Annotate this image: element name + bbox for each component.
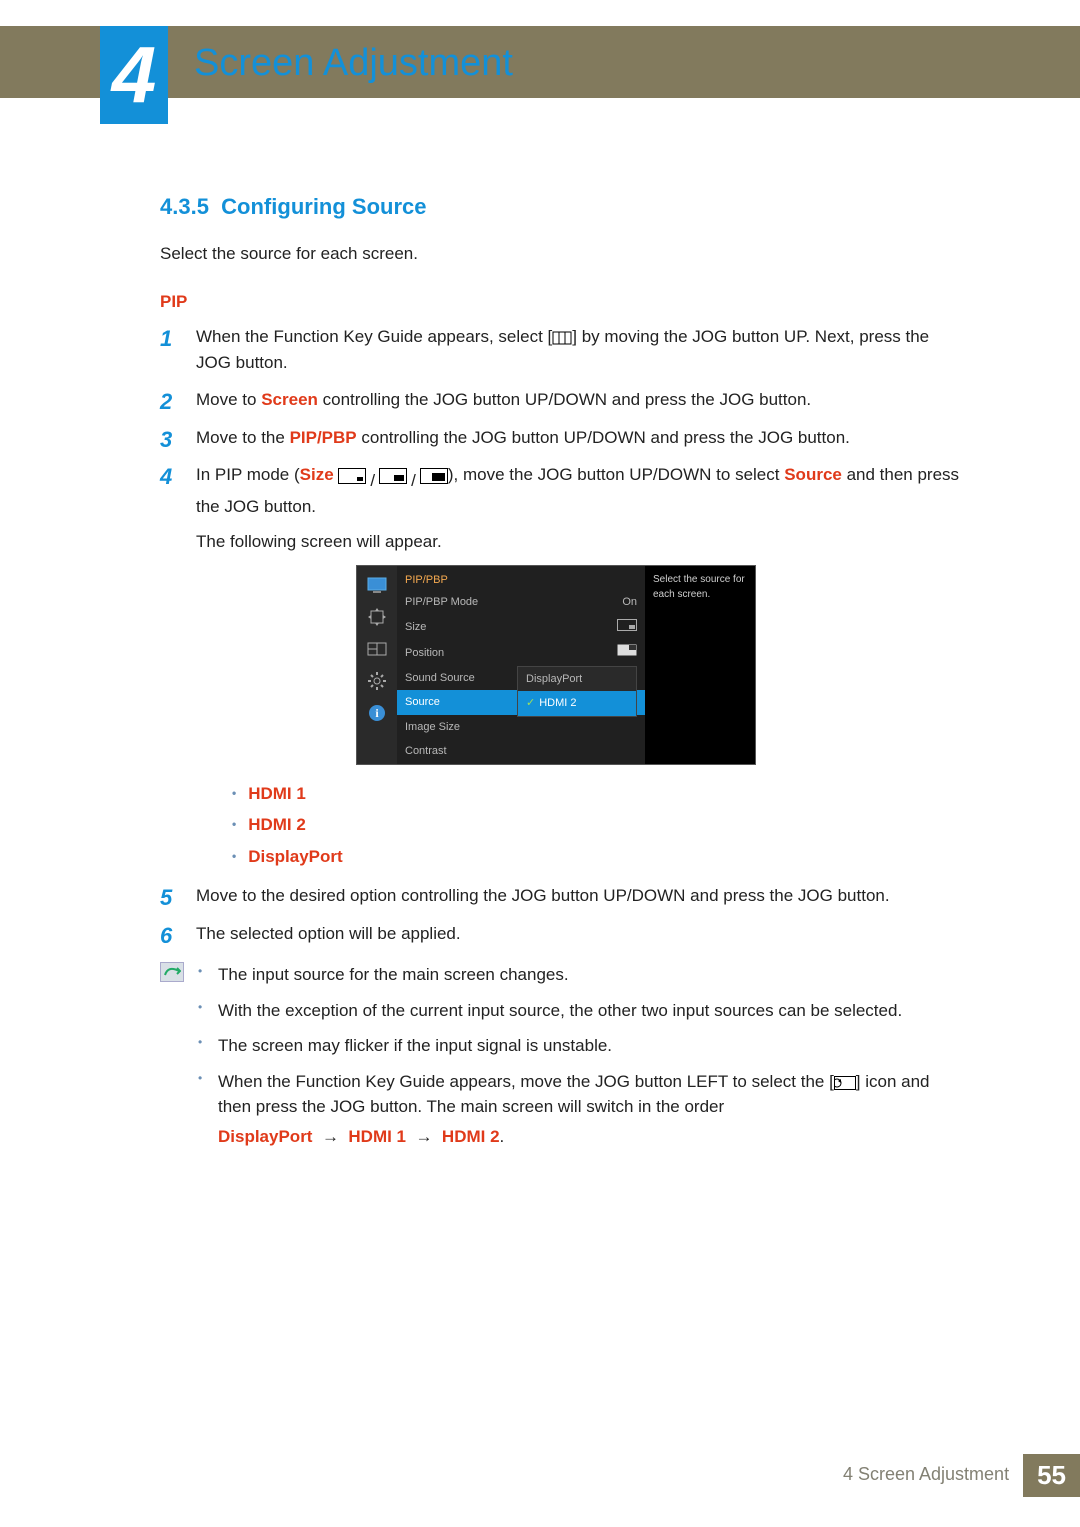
- note-list: The input source for the main screen cha…: [198, 962, 960, 1159]
- menu-grid-icon: [552, 327, 572, 346]
- seq-hdmi2: HDMI 2: [442, 1127, 500, 1146]
- source-hdmi1: HDMI 1: [232, 781, 960, 807]
- size-icons: //: [338, 468, 447, 494]
- chapter-number: 4: [112, 29, 157, 121]
- note-icon: [160, 962, 184, 982]
- osd-nav-pip-icon: [366, 638, 388, 660]
- note-sequence: DisplayPort → HDMI 1 → HDMI 2.: [218, 1124, 960, 1150]
- osd-sound-label: Sound Source: [405, 670, 475, 687]
- chapter-title: Screen Adjustment: [194, 42, 513, 85]
- seq-hdmi1: HDMI 1: [348, 1127, 406, 1146]
- osd-row-imgsize: Image Size: [397, 715, 645, 740]
- pip-size-small-icon: [338, 468, 366, 484]
- osd-hint: Select the source for each screen.: [645, 566, 755, 764]
- source-option-list: HDMI 1 HDMI 2 DisplayPort: [196, 781, 960, 870]
- osd-title: PIP/PBP: [397, 566, 645, 591]
- step-5-text: Move to the desired option controlling t…: [196, 886, 890, 905]
- osd-nav-picture-icon: [366, 574, 388, 596]
- osd-mode-label: PIP/PBP Mode: [405, 594, 478, 611]
- note-3: The screen may flicker if the input sign…: [198, 1033, 960, 1059]
- pip-size-large-icon: [420, 468, 448, 484]
- note-4: When the Function Key Guide appears, mov…: [198, 1069, 960, 1150]
- pip-size-medium-icon: [379, 468, 407, 484]
- step-list: 1 When the Function Key Guide appears, s…: [160, 324, 960, 946]
- osd-position-value-icon: [617, 644, 637, 662]
- osd-nav-info-icon: i: [366, 702, 388, 724]
- footer-label: 4 Screen Adjustment: [829, 1454, 1023, 1497]
- pip-label: PIP: [160, 289, 960, 315]
- step-4a: In PIP mode (: [196, 465, 300, 484]
- source-switch-icon: [834, 1072, 856, 1091]
- step-1: 1 When the Function Key Guide appears, s…: [160, 324, 960, 375]
- section-title: Configuring Source: [221, 194, 426, 219]
- step-3: 3 Move to the PIP/PBP controlling the JO…: [160, 425, 960, 451]
- osd-contrast-label: Contrast: [405, 743, 447, 760]
- osd-nav: i: [357, 566, 397, 764]
- osd-position-label: Position: [405, 645, 444, 662]
- note-block: The input source for the main screen cha…: [160, 962, 960, 1159]
- osd-size-label: Size: [405, 619, 426, 636]
- step-2b: controlling the JOG button UP/DOWN and p…: [318, 390, 811, 409]
- note-2: With the exception of the current input …: [198, 998, 960, 1024]
- osd-screenshot: i PIP/PBP PIP/PBP Mode On Size Position S…: [356, 565, 756, 765]
- osd-nav-screen-icon: [366, 606, 388, 628]
- note-4a: When the Function Key Guide appears, mov…: [218, 1072, 834, 1091]
- osd-mode-value: On: [622, 594, 637, 611]
- osd-row-mode: PIP/PBP Mode On: [397, 590, 645, 615]
- step-3a: Move to the: [196, 428, 290, 447]
- osd-nav-settings-icon: [366, 670, 388, 692]
- note-1: The input source for the main screen cha…: [198, 962, 960, 988]
- osd-source-label: Source: [405, 694, 440, 711]
- osd-dd-hdmi2: ✓ HDMI 2: [518, 691, 636, 716]
- section-intro: Select the source for each screen.: [160, 241, 960, 267]
- osd-dropdown: DisplayPort ✓ HDMI 2: [517, 666, 637, 717]
- source-hdmi2: HDMI 2: [232, 812, 960, 838]
- step-4-size: Size: [300, 465, 334, 484]
- step-5: 5Move to the desired option controlling …: [160, 883, 960, 909]
- osd-dd-displayport: DisplayPort: [518, 667, 636, 692]
- osd-row-size: Size: [397, 615, 645, 641]
- step-2a: Move to: [196, 390, 261, 409]
- osd-row-contrast: Contrast: [397, 739, 645, 764]
- section-number: 4.3.5: [160, 194, 209, 219]
- footer-page-number: 55: [1023, 1454, 1080, 1497]
- step-6: 6The selected option will be applied.: [160, 921, 960, 947]
- step-2: 2 Move to Screen controlling the JOG but…: [160, 387, 960, 413]
- step-4b: ), move the JOG button UP/DOWN to select: [448, 465, 784, 484]
- step-2-keyword: Screen: [261, 390, 318, 409]
- page-content: 4.3.5 Configuring Source Select the sour…: [160, 190, 960, 1159]
- step-1a: When the Function Key Guide appears, sel…: [196, 327, 552, 346]
- osd-main: PIP/PBP PIP/PBP Mode On Size Position Sou…: [397, 566, 645, 764]
- section-heading: 4.3.5 Configuring Source: [160, 190, 960, 223]
- osd-dd-hdmi2-label: HDMI 2: [539, 697, 576, 709]
- osd-imgsize-label: Image Size: [405, 719, 460, 736]
- seq-dp: DisplayPort: [218, 1127, 312, 1146]
- step-6-text: The selected option will be applied.: [196, 924, 461, 943]
- osd-row-position: Position: [397, 640, 645, 666]
- page-footer: 4 Screen Adjustment 55: [0, 1454, 1080, 1497]
- check-icon: ✓: [526, 697, 535, 709]
- chapter-badge: 4: [100, 26, 168, 124]
- source-displayport: DisplayPort: [232, 844, 960, 870]
- step-4: 4 In PIP mode (Size // ), move the JOG b…: [160, 462, 960, 869]
- step-3b: controlling the JOG button UP/DOWN and p…: [357, 428, 850, 447]
- step-4d: The following screen will appear.: [196, 529, 960, 555]
- osd-size-value-icon: [617, 619, 637, 637]
- step-3-keyword: PIP/PBP: [290, 428, 357, 447]
- step-4-source: Source: [784, 465, 842, 484]
